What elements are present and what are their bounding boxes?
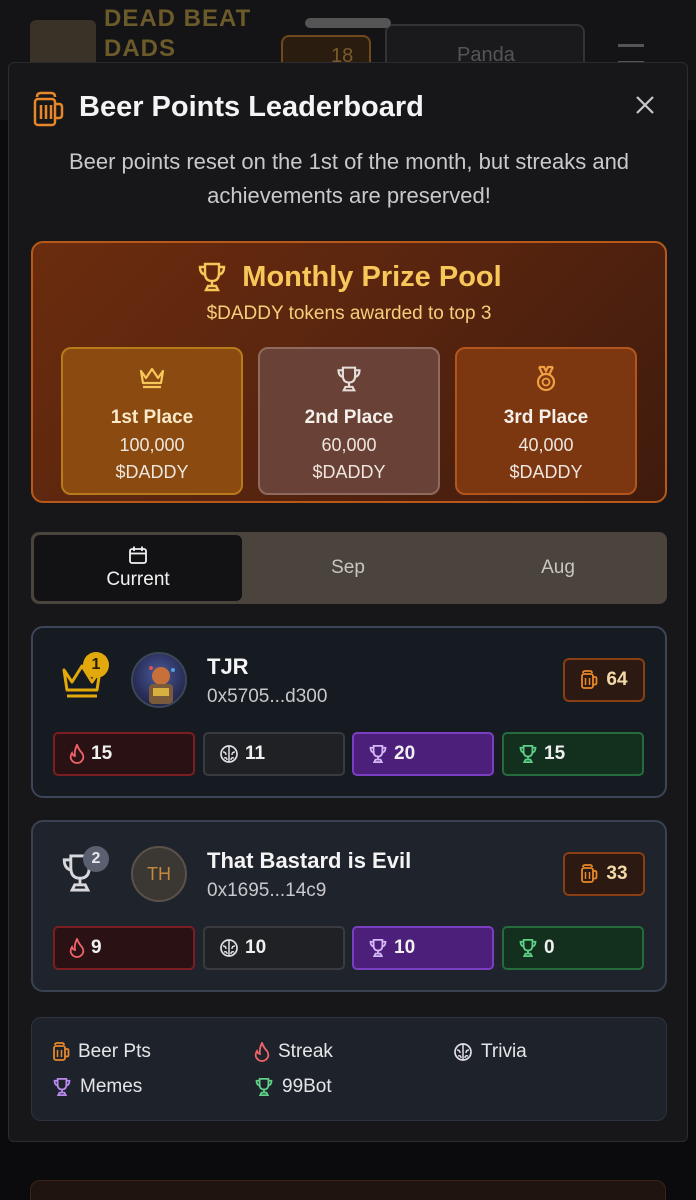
brain-icon	[219, 744, 239, 764]
legend-label: Beer Pts	[78, 1041, 151, 1062]
prize-amount: 40,000	[518, 435, 574, 455]
prize-token: $DADDY	[312, 462, 386, 482]
tab-label: Sep	[331, 557, 365, 578]
trophy-icon	[52, 1077, 72, 1097]
stats-legend: Beer Pts Streak Trivia Memes 99Bot	[31, 1017, 667, 1121]
trophy-icon	[260, 365, 438, 393]
prize-token: $DADDY	[115, 462, 189, 482]
prize-amount: 100,000	[119, 435, 185, 455]
close-icon[interactable]	[629, 89, 661, 121]
trivia-stat: 11	[203, 732, 345, 776]
bot-stat: 0	[502, 926, 644, 970]
trophy-icon	[368, 938, 388, 958]
beer-points-badge: 64	[563, 658, 645, 702]
prize-pool-subtitle: $DADDY tokens awarded to top 3	[206, 303, 492, 324]
trophy-icon	[196, 261, 228, 293]
trophy-icon	[518, 744, 538, 764]
tab-label: Aug	[541, 557, 575, 578]
trivia-stat: 10	[203, 926, 345, 970]
memes-stat: 10	[352, 926, 494, 970]
player-name: TJR	[207, 654, 249, 679]
flame-icon	[69, 938, 85, 958]
memes-value: 10	[394, 937, 416, 958]
legend-label: Trivia	[481, 1041, 527, 1062]
memes-stat: 20	[352, 732, 494, 776]
prize-amount: 60,000	[321, 435, 377, 455]
beer-mug-icon	[52, 1042, 70, 1062]
medal-icon	[457, 365, 635, 393]
prize-pool-header: Monthly Prize Pool	[33, 257, 665, 297]
background-card	[30, 1180, 666, 1200]
rank-badge: 2	[83, 846, 109, 872]
beer-mug-icon	[580, 670, 598, 690]
player-name: That Bastard is Evil	[207, 848, 412, 873]
crown-icon	[63, 365, 241, 393]
avatar[interactable]	[131, 652, 187, 708]
leaderboard-entry[interactable]: 1 TJR 0x5705...d300 64 15 11 20 15	[31, 626, 667, 798]
streak-stat: 15	[53, 732, 195, 776]
streak-stat: 9	[53, 926, 195, 970]
modal-subtitle: Beer points reset on the 1st of the mont…	[68, 149, 630, 208]
trophy-icon	[518, 938, 538, 958]
drag-handle[interactable]	[305, 18, 391, 28]
prize-card-first: 1st Place 100,000 $DADDY	[61, 347, 243, 495]
brand-name: DEAD BEAT DADS	[104, 5, 252, 62]
prize-card-second: 2nd Place 60,000 $DADDY	[258, 347, 440, 495]
legend-label: 99Bot	[282, 1076, 332, 1097]
legend-trivia: Trivia	[453, 1041, 527, 1063]
trophy-icon	[254, 1077, 274, 1097]
trivia-value: 11	[245, 743, 266, 764]
streak-value: 9	[91, 937, 102, 958]
flame-icon	[69, 744, 85, 764]
legend-label: Memes	[80, 1076, 143, 1097]
rank-badge: 1	[83, 652, 109, 678]
beer-mug-icon	[31, 91, 65, 127]
flame-icon	[254, 1042, 270, 1062]
bot-value: 15	[544, 743, 566, 764]
bot-stat: 15	[502, 732, 644, 776]
prize-pool-title: Monthly Prize Pool	[242, 260, 502, 293]
brain-icon	[219, 938, 239, 958]
legend-streak: Streak	[254, 1041, 333, 1063]
hamburger-menu-icon	[618, 44, 644, 64]
avatar[interactable]: TH	[131, 846, 187, 902]
modal-title: Beer Points Leaderboard	[79, 91, 424, 123]
tab-current[interactable]: Current	[34, 535, 242, 601]
trivia-value: 10	[245, 937, 267, 958]
legend-beer-points: Beer Pts	[52, 1041, 151, 1063]
legend-label: Streak	[278, 1041, 333, 1062]
trophy-icon	[368, 744, 388, 764]
beer-mug-icon	[580, 864, 598, 884]
beer-points-badge: 33	[563, 852, 645, 896]
beer-points-value: 64	[606, 669, 628, 690]
brain-icon	[453, 1042, 473, 1062]
beer-points-value: 33	[606, 863, 628, 884]
leaderboard-entry[interactable]: 2 TH That Bastard is Evil 0x1695...14c9 …	[31, 820, 667, 992]
legend-memes: Memes	[52, 1076, 142, 1098]
modal-header: Beer Points Leaderboard	[9, 63, 687, 143]
prize-card-third: 3rd Place 40,000 $DADDY	[455, 347, 637, 495]
calendar-icon	[128, 545, 148, 565]
tab-sep[interactable]: Sep	[244, 535, 452, 601]
bot-value: 0	[544, 937, 555, 958]
prize-place: 1st Place	[110, 407, 194, 428]
leaderboard-modal: Beer Points Leaderboard Beer points rese…	[8, 62, 688, 1142]
wallet-address: 0x5705...d300	[207, 686, 328, 707]
prize-place: 3rd Place	[503, 407, 589, 428]
month-tabs: Current Sep Aug	[31, 532, 667, 604]
tab-label: Current	[106, 569, 170, 590]
tab-aug[interactable]: Aug	[454, 535, 662, 601]
legend-bot: 99Bot	[254, 1076, 332, 1098]
prize-token: $DADDY	[509, 462, 583, 482]
wallet-address: 0x1695...14c9	[207, 880, 327, 901]
prize-pool-card: Monthly Prize Pool $DADDY tokens awarded…	[31, 241, 667, 503]
streak-value: 15	[91, 743, 113, 764]
prize-place: 2nd Place	[304, 407, 394, 428]
memes-value: 20	[394, 743, 416, 764]
